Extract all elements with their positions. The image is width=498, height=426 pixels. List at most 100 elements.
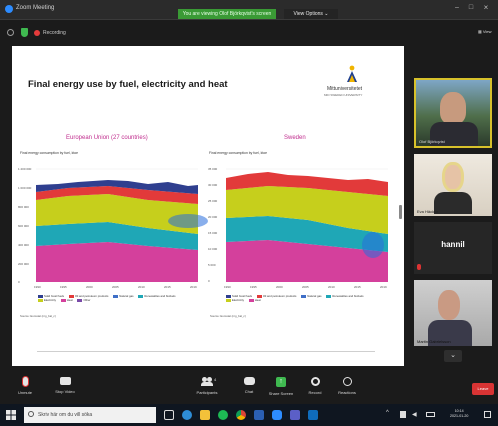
eu-xtick: 2005 [112,285,119,289]
participant-video-olof[interactable]: Olof Björkqvist [414,78,492,148]
close-button[interactable]: × [481,3,491,13]
zoom-app-icon[interactable] [272,410,282,420]
record-icon [310,377,320,386]
slide-divider [37,351,375,352]
eu-legend: Solid fossil fuels Oil and petroleum pro… [38,294,188,302]
outlook-icon[interactable] [308,410,318,420]
participants-count: 4 [214,377,217,382]
file-explorer-icon[interactable] [200,410,210,420]
view-options-button[interactable]: View Options ⌄ [284,9,338,19]
eu-ytick: 200 000 [18,262,29,266]
chevron-down-icon[interactable]: ⌄ [444,350,462,362]
participants-button[interactable]: 4 Participants [184,374,230,404]
meeting-info-bar: Recording ▦ View [0,20,498,46]
spotify-icon[interactable] [218,410,228,420]
legend-label: Electricity [232,298,244,302]
legend-label: Oil and petroleum products [262,294,297,298]
se-ytick: 10 000 [208,247,218,251]
legend-label: Other [83,298,91,302]
pointer-highlight [362,232,384,258]
participants-icon [201,377,213,386]
tray-chevron-icon[interactable]: ^ [386,410,389,416]
participant-avatar [442,162,464,192]
meeting-toolbar: Unmute Stop Video 4 Participants Chat ↑ … [0,374,498,404]
gallery-view-icon[interactable]: ▦ View [478,29,492,36]
se-xtick: 2005 [302,285,309,289]
edge-browser-icon[interactable] [182,410,192,420]
se-xtick: 1995 [250,285,257,289]
share-banner: You are viewing Olof Björkqvist's screen [178,9,276,19]
participant-video-hannil[interactable]: hannil [414,222,492,274]
eu-xtick: 2015 [164,285,171,289]
stop-video-label: Stop Video [55,389,75,394]
word-icon[interactable] [254,410,264,420]
participant-name: Olof Björkqvist [419,139,445,144]
se-ytick: 30 000 [208,183,218,187]
battery-icon[interactable] [426,412,435,417]
security-shield-icon[interactable] [21,28,28,37]
legend-label: Natural gas [307,294,322,298]
participant-name: Martin Gabrielsson [417,339,451,344]
eu-xtick: 1990 [34,285,41,289]
eu-ytick: 0 [18,280,20,284]
reactions-icon [342,377,352,386]
legend-label: Renewables and biofuels [144,294,176,298]
windows-taskbar: Skriv här om du vill söka ^ ◀ 10:14 2021… [0,404,498,426]
pointer-highlight [168,214,208,228]
network-icon[interactable] [400,411,406,418]
participant-video-martin[interactable]: Martin Gabrielsson [414,280,492,346]
se-ytick: 15 000 [208,231,218,235]
zoom-logo-icon [5,5,13,13]
legend-label: Natural gas [119,294,134,298]
recording-icon [34,30,40,36]
zoom-window: Zoom Meeting You are viewing Olof Björkq… [0,0,498,426]
eu-ytick: 400 000 [18,243,29,247]
sweden-chart-title: Sweden [284,135,306,141]
se-ytick: 25 000 [208,199,218,203]
sweden-stacked-area-chart: 35 000 30 000 25 000 20 000 15 000 10 00… [208,167,388,289]
title-bar: Zoom Meeting You are viewing Olof Björkq… [0,0,498,20]
eu-xtick: 2000 [86,285,93,289]
sweden-source: Source: Eurostat (nrg_bal_c) [210,314,246,318]
leave-button[interactable]: Leave [472,383,494,395]
microphone-muted-icon [22,377,28,386]
chrome-icon[interactable] [236,410,246,420]
volume-icon[interactable]: ◀ [412,411,417,418]
search-icon [28,411,34,417]
logo-subtext: MID SWEDEN UNIVERSITY [324,93,363,97]
windows-start-icon[interactable] [6,410,16,420]
notifications-icon[interactable] [484,411,491,418]
maximize-button[interactable]: □ [466,4,476,14]
sweden-chart-subtitle: Final energy consumption by fuel, ktoe [209,151,268,155]
sweden-y-axis-labels: 35 000 30 000 25 000 20 000 15 000 10 00… [208,167,218,283]
share-screen-icon: ↑ [276,377,286,387]
se-xtick: 2015 [354,285,361,289]
taskbar-search-input[interactable]: Skriv här om du vill söka [24,407,156,423]
eu-source: Source: Eurostat (nrg_bal_c) [20,314,56,318]
se-ytick: 35 000 [208,167,218,171]
teams-icon[interactable] [290,410,300,420]
participant-video-eva[interactable]: Eva Häcklin [414,154,492,216]
eu-ytick: 800 000 [18,205,29,209]
sweden-legend: Solid fossil fuels Oil and petroleum pro… [226,294,386,302]
shared-screen-slide: Final energy use by fuel, electricity an… [12,46,404,366]
stop-video-button[interactable]: Stop Video [42,374,88,404]
logo-text: Mittuniversitetet [327,86,363,92]
window-title: Zoom Meeting [16,5,55,11]
minimize-button[interactable]: – [452,4,462,14]
search-placeholder: Skriv här om du vill söka [38,412,93,418]
se-xtick: 2000 [276,285,283,289]
info-icon[interactable] [7,29,14,36]
reactions-label: Reactions [338,390,356,395]
taskbar-clock[interactable]: 10:14 2021-01-20 [450,409,468,419]
eu-xtick: 1995 [60,285,67,289]
university-logo-icon [347,65,357,82]
reactions-button[interactable]: Reactions [324,374,370,404]
eu-chart-subtitle: Final energy consumption by fuel, ktoe [20,151,79,155]
eu-chart-title: European Union (27 countries) [66,135,148,141]
split-handle[interactable] [399,205,402,219]
legend-label: Electricity [44,298,56,302]
legend-label: Heat [254,298,261,302]
task-view-icon[interactable] [164,410,174,420]
participant-avatar [440,92,466,124]
